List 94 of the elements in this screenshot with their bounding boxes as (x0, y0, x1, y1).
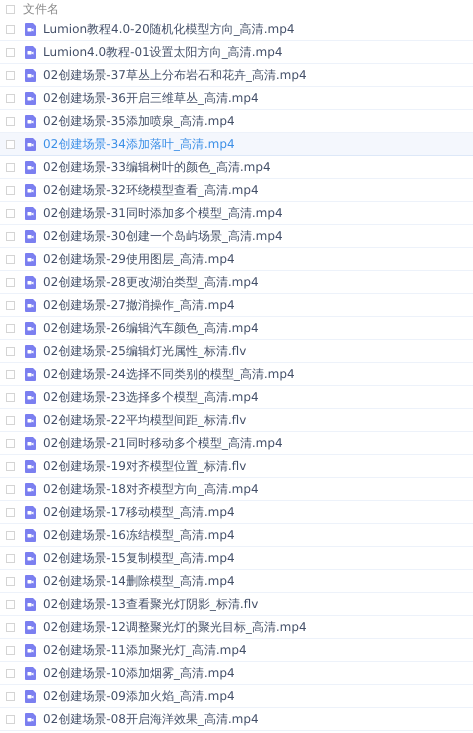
video-file-icon (24, 436, 37, 450)
file-name[interactable]: 02创建场景-33编辑树叶的颜色_高清.mp4 (43, 158, 271, 176)
checkbox[interactable] (6, 94, 15, 102)
file-name[interactable]: 02创建场景-17移动模型_高清.mp4 (43, 503, 235, 521)
video-file-icon (24, 552, 37, 564)
video-file-icon (24, 482, 37, 496)
file-name[interactable]: 02创建场景-18对齐模型方向_高清.mp4 (43, 480, 259, 498)
file-name[interactable]: 02创建场景-12调整聚光灯的聚光目标_高清.mp4 (43, 618, 307, 636)
checkbox[interactable] (6, 714, 15, 724)
checkbox[interactable] (6, 554, 15, 562)
file-name[interactable]: 02创建场景-14删除模型_高清.mp4 (43, 572, 235, 590)
file-name[interactable]: 02创建场景-08开启海洋效果_高清.mp4 (43, 710, 259, 728)
file-name[interactable]: 02创建场景-29使用图层_高清.mp4 (43, 250, 235, 268)
video-file-icon (24, 528, 37, 542)
checkbox[interactable] (6, 232, 15, 240)
file-name[interactable]: 02创建场景-11添加聚光灯_高清.mp4 (43, 641, 247, 659)
checkbox[interactable] (6, 70, 15, 80)
file-name[interactable]: 02创建场景-21同时移动多个模型_高清.mp4 (43, 434, 283, 452)
video-file-icon (24, 252, 37, 266)
video-file-icon (24, 506, 37, 518)
video-file-icon (24, 620, 37, 634)
file-name[interactable]: 02创建场景-27撤消操作_高清.mp4 (43, 296, 235, 314)
file-name[interactable]: 02创建场景-25编辑灯光属性_标清.flv (43, 342, 246, 360)
checkbox[interactable] (6, 116, 15, 126)
checkbox[interactable] (6, 622, 15, 632)
video-file-icon (24, 644, 37, 656)
video-file-icon (24, 68, 37, 82)
checkbox[interactable] (6, 416, 15, 424)
video-file-icon (24, 712, 37, 726)
video-file-icon (24, 344, 37, 358)
checkbox[interactable] (6, 346, 15, 356)
file-name[interactable]: 02创建场景-13查看聚光灯阴影_标清.flv (43, 595, 258, 613)
checkbox[interactable] (6, 278, 15, 286)
video-file-icon (24, 598, 37, 610)
video-file-icon (24, 298, 37, 312)
video-file-icon (24, 184, 37, 196)
checkbox[interactable] (6, 300, 15, 310)
checkbox[interactable] (6, 370, 15, 378)
checkbox[interactable] (6, 508, 15, 516)
checkbox[interactable] (6, 438, 15, 448)
checkbox[interactable] (6, 576, 15, 586)
file-name[interactable]: 02创建场景-19对齐模型位置_标清.flv (43, 457, 246, 475)
checkbox[interactable] (6, 668, 15, 678)
checkbox[interactable] (6, 208, 15, 218)
checkbox[interactable] (6, 462, 15, 470)
file-name[interactable]: 02创建场景-37草丛上分布岩石和花卉_高清.mp4 (43, 66, 307, 84)
file-name[interactable]: 02创建场景-10添加烟雾_高清.mp4 (43, 664, 235, 682)
file-name[interactable]: 02创建场景-22平均模型间距_标清.flv (43, 411, 246, 429)
file-name[interactable]: Lumion教程4.0-20随机化模型方向_高清.mp4 (43, 20, 294, 38)
video-file-icon (24, 160, 37, 174)
file-name[interactable]: 02创建场景-36开启三维草丛_高清.mp4 (43, 89, 259, 107)
checkbox[interactable] (6, 24, 15, 34)
checkbox[interactable] (6, 48, 15, 56)
video-file-icon (24, 206, 37, 220)
video-file-icon (24, 230, 37, 242)
video-file-icon (24, 46, 37, 58)
checkbox[interactable] (6, 186, 15, 194)
checkbox[interactable] (6, 140, 15, 148)
video-file-icon (24, 666, 37, 680)
video-file-icon (24, 22, 37, 36)
file-name[interactable]: 02创建场景-32环绕模型查看_高清.mp4 (43, 181, 259, 199)
file-name[interactable]: 02创建场景-23选择多个模型_高清.mp4 (43, 388, 259, 406)
checkbox[interactable] (6, 162, 15, 172)
video-file-icon (24, 138, 37, 150)
checkbox[interactable] (6, 392, 15, 402)
file-name[interactable]: 02创建场景-26编辑汽车颜色_高清.mp4 (43, 319, 259, 337)
column-header: 文件名 (23, 1, 59, 18)
checkbox[interactable] (6, 692, 15, 700)
file-name[interactable]: 02创建场景-24选择不同类别的模型_高清.mp4 (43, 365, 295, 383)
file-name[interactable]: Lumion4.0教程-01设置太阳方向_高清.mp4 (43, 43, 282, 61)
checkbox[interactable] (6, 530, 15, 540)
video-file-icon (24, 460, 37, 472)
video-file-icon (24, 92, 37, 104)
video-file-icon (24, 414, 37, 426)
video-file-icon (24, 322, 37, 334)
file-name[interactable]: 02创建场景-31同时添加多个模型_高清.mp4 (43, 204, 283, 222)
file-name[interactable]: 02创建场景-15复制模型_高清.mp4 (43, 549, 235, 567)
select-all-checkbox[interactable] (6, 4, 15, 14)
checkbox[interactable] (6, 484, 15, 494)
video-file-icon (24, 368, 37, 380)
video-file-icon (24, 690, 37, 702)
checkbox[interactable] (6, 254, 15, 264)
video-file-icon (24, 114, 37, 128)
video-file-icon (24, 574, 37, 588)
file-name[interactable]: 02创建场景-35添加喷泉_高清.mp4 (43, 112, 235, 130)
video-file-icon (24, 276, 37, 288)
file-name[interactable]: 02创建场景-30创建一个岛屿场景_高清.mp4 (43, 227, 283, 245)
file-name[interactable]: 02创建场景-09添加火焰_高清.mp4 (43, 687, 235, 705)
file-name[interactable]: 02创建场景-28更改湖泊类型_高清.mp4 (43, 273, 259, 291)
checkbox[interactable] (6, 324, 15, 332)
video-file-icon (24, 390, 37, 404)
checkbox[interactable] (6, 646, 15, 654)
file-name[interactable]: 02创建场景-16冻结模型_高清.mp4 (43, 526, 235, 544)
checkbox[interactable] (6, 600, 15, 608)
